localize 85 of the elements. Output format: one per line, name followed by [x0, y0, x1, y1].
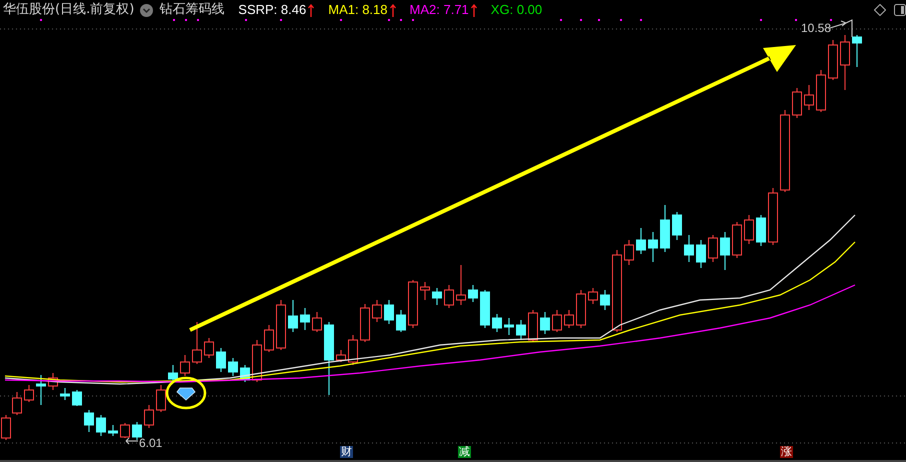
candlestick — [120, 422, 130, 438]
candlestick — [552, 310, 562, 332]
candlestick — [492, 314, 502, 332]
event-marker[interactable]: 涨 — [780, 446, 793, 458]
candlestick — [420, 282, 430, 300]
candlestick — [372, 300, 382, 322]
candlestick — [660, 204, 670, 252]
candlestick — [564, 310, 574, 328]
indicator-value: MA1: 8.18 — [328, 1, 388, 20]
dropdown-icon[interactable] — [140, 4, 154, 16]
candlestick — [144, 404, 154, 428]
candlestick — [732, 222, 742, 258]
candlestick — [312, 312, 322, 332]
candlestick — [96, 414, 106, 436]
candlestick — [528, 310, 538, 342]
candlestick — [48, 372, 58, 390]
indicator-value: XG: 0.00 — [490, 1, 542, 20]
candlestick — [396, 310, 406, 332]
candlestick — [792, 88, 802, 118]
candlestick — [648, 232, 658, 262]
candlestick — [108, 424, 118, 436]
candlestick — [132, 422, 142, 440]
pointer-arrow-icon — [830, 19, 852, 38]
candlestick — [804, 84, 814, 110]
candlestick — [744, 214, 754, 244]
panel-toggle-icon[interactable] — [894, 4, 906, 16]
candlestick — [432, 288, 442, 306]
low-price-label: 6.01 — [139, 435, 162, 452]
candlestick — [156, 384, 166, 412]
candlestick — [516, 320, 526, 340]
candlestick — [228, 358, 238, 376]
candlestick — [600, 290, 610, 310]
candlestick — [588, 288, 598, 304]
candlestick — [636, 228, 646, 254]
candlestick — [276, 300, 286, 350]
candlestick — [36, 374, 46, 406]
candlestick — [24, 384, 34, 402]
candlestick — [216, 348, 226, 372]
candlestick — [264, 324, 274, 352]
diamond-outline-icon[interactable] — [874, 4, 886, 16]
stock-title: 华伍股份(日线.前复权) — [3, 1, 134, 20]
candlestick — [480, 290, 490, 328]
highlight-circle — [166, 376, 206, 410]
candlestick — [840, 34, 850, 90]
left-arrow-icon — [126, 438, 138, 444]
candlestick — [852, 34, 862, 68]
candlestick — [288, 300, 298, 332]
candlestick — [696, 240, 706, 268]
candlestick — [300, 308, 310, 330]
candlestick — [360, 304, 370, 342]
candlestick — [204, 338, 214, 358]
candlestick — [624, 240, 634, 266]
candlestick — [84, 410, 94, 432]
candlestick — [456, 264, 466, 306]
event-marker[interactable]: 减 — [458, 446, 471, 458]
candlestick — [468, 284, 478, 302]
event-marker[interactable]: 财 — [340, 446, 353, 458]
candlestick — [828, 40, 838, 80]
candlestick — [408, 280, 418, 328]
candlestick — [12, 392, 22, 416]
candlestick — [180, 354, 190, 376]
candlestick — [384, 300, 394, 324]
candlestick — [684, 234, 694, 262]
candlestick — [72, 390, 82, 406]
candlestick — [168, 364, 178, 384]
candlestick — [756, 214, 766, 246]
candlestick — [720, 232, 730, 270]
candlestick — [336, 350, 346, 362]
high-price-label: 10.58 — [801, 20, 832, 37]
indicator-name: 钻石筹码线 — [159, 1, 224, 20]
diamond-icon — [176, 388, 196, 401]
candlestick — [708, 234, 718, 262]
candlestick — [816, 70, 826, 112]
candlestick — [252, 340, 262, 382]
indicator-value: MA2: 7.71 — [410, 1, 469, 20]
candlestick — [540, 312, 550, 334]
candlestick — [444, 284, 454, 308]
indicator-value: SSRP: 8.46 — [238, 1, 306, 20]
candlestick — [60, 388, 70, 400]
candlestick — [576, 290, 586, 328]
candlestick — [768, 188, 778, 246]
candlestick — [504, 318, 514, 336]
candlestick — [192, 322, 202, 364]
candlestick — [348, 334, 358, 366]
candlestick — [672, 212, 682, 240]
